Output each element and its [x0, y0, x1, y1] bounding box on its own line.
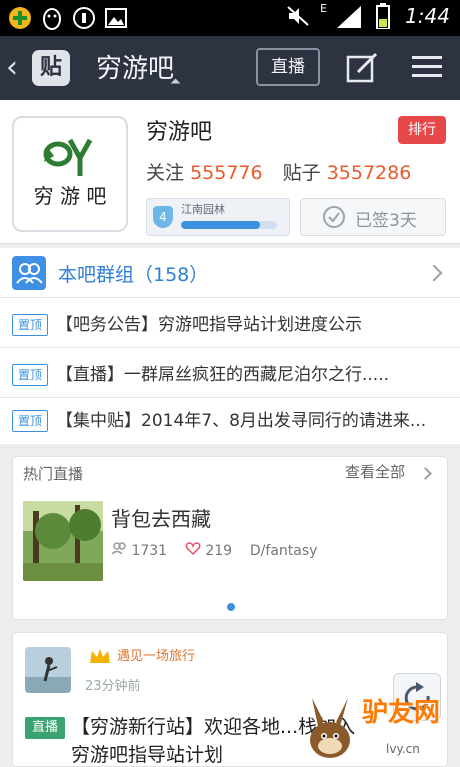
donkey-mascot-icon	[310, 698, 350, 758]
live-tag: 直播	[25, 717, 65, 739]
posts-label: 贴子	[282, 162, 321, 184]
watermark-text: 驴友网	[362, 698, 441, 728]
watermark: 驴友网 lvy.cn	[300, 692, 458, 764]
member-level[interactable]: 4 江南园林	[146, 198, 290, 236]
clock: 1:44	[405, 4, 450, 28]
group-icon	[12, 256, 46, 290]
follow-label: 关注	[146, 162, 185, 184]
crown-icon	[89, 647, 111, 665]
forum-avatar[interactable]: 穷 游 吧	[12, 116, 128, 232]
pinned-tag: 置顶	[12, 410, 48, 432]
tieba-logo[interactable]: 贴	[32, 50, 70, 86]
title-bar: ‹ 贴 穷游吧 直播	[0, 36, 460, 100]
usb-icon	[72, 6, 96, 30]
qq-penguin-icon	[40, 6, 64, 30]
forum-logo-text: 穷 游 吧	[33, 184, 107, 208]
posts-count: 3557286	[326, 162, 412, 184]
view-all-link[interactable]: 查看全部	[345, 461, 405, 482]
rank-badge[interactable]: 排行	[398, 116, 446, 144]
post-time: 23分钟前	[85, 679, 141, 694]
level-progress-bar	[181, 221, 277, 229]
views-count: 1731	[131, 543, 168, 559]
heart-icon	[185, 542, 205, 559]
menu-icon[interactable]	[410, 52, 444, 82]
level-title: 江南园林	[181, 203, 225, 216]
hot-live-card: 热门直播 查看全部 背包去西藏 1731 219 D/fantasy	[12, 456, 448, 620]
forum-name: 穷游吧	[146, 120, 213, 145]
list-item[interactable]: 置顶 【直播】一群屌丝疯狂的西藏尼泊尔之行.....	[0, 348, 460, 398]
post-rank-text: 遇见一场旅行	[117, 649, 196, 664]
live-thumbnail[interactable]	[23, 501, 103, 581]
chevron-right-icon	[419, 467, 432, 480]
likes-count: 219	[205, 543, 233, 559]
mute-icon	[286, 4, 310, 28]
author-name: D/fantasy	[249, 543, 318, 559]
pinned-title: 【直播】一群屌丝疯狂的西藏尼泊尔之行.....	[56, 365, 390, 385]
level-progress-fill	[181, 221, 260, 229]
list-item[interactable]: 置顶 【吧务公告】穷游吧指导站计划进度公示	[0, 298, 460, 348]
pager-dot	[227, 603, 235, 611]
pinned-title: 【吧务公告】穷游吧指导站计划进度公示	[56, 315, 362, 335]
forum-title[interactable]: 穷游吧	[96, 48, 174, 85]
forum-stats: 关注 555776 贴子 3557286	[146, 158, 425, 185]
chevron-right-icon	[425, 264, 443, 282]
level-shield-icon: 4	[153, 206, 173, 228]
live-item-name[interactable]: 背包去西藏	[111, 503, 211, 532]
forum-logo-image	[43, 138, 93, 176]
list-item[interactable]: 置顶 【集中贴】2014年7、8月出发寻同行的请进来...	[0, 398, 460, 448]
viewers-icon	[111, 542, 131, 559]
hot-live-title: 热门直播	[23, 465, 84, 483]
watermark-url: lvy.cn	[386, 742, 420, 756]
plus-circle-icon	[8, 6, 32, 30]
chevron-down-icon	[170, 78, 181, 89]
signal-icon	[337, 4, 362, 28]
pinned-tag: 置顶	[12, 364, 48, 386]
pinned-tag: 置顶	[12, 314, 48, 336]
signed-label: 已签3天	[355, 211, 417, 231]
edit-icon[interactable]	[344, 50, 380, 86]
check-circle-icon	[323, 206, 345, 228]
pinned-title: 【集中贴】2014年7、8月出发寻同行的请进来...	[56, 411, 427, 431]
back-arrow-icon[interactable]: ‹	[6, 50, 34, 86]
follow-count: 555776	[190, 162, 263, 184]
network-type: E	[320, 1, 328, 15]
image-icon	[104, 6, 128, 30]
group-label: 本吧群组（158）	[58, 264, 209, 286]
live-item-meta: 1731 219 D/fantasy	[111, 541, 317, 559]
forum-group-row[interactable]: 本吧群组（158）	[0, 248, 460, 298]
view-all-label: 查看全部	[345, 463, 406, 481]
battery-icon	[371, 3, 395, 29]
pinned-posts: 置顶 【吧务公告】穷游吧指导站计划进度公示 置顶 【直播】一群屌丝疯狂的西藏尼泊…	[0, 298, 460, 448]
sign-in-button[interactable]: 已签3天	[300, 198, 446, 236]
live-button[interactable]: 直播	[256, 48, 320, 86]
forum-header: 穷 游 吧 穷游吧 排行 关注 555776 贴子 3557286 4 江南园林…	[0, 100, 460, 244]
status-bar: E 1:44	[0, 0, 460, 36]
avatar[interactable]	[25, 647, 71, 693]
